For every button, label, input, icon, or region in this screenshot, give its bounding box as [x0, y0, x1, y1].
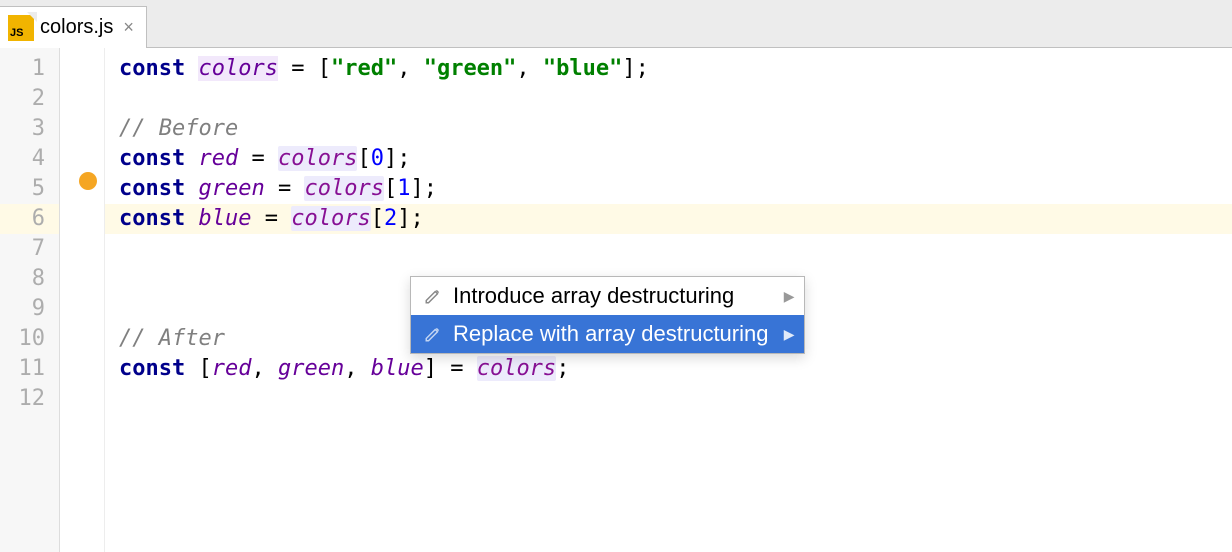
code-line[interactable]: const colors = ["red", "green", "blue"];	[105, 54, 1232, 84]
line-num: 6	[0, 204, 59, 234]
code-line[interactable]: // Before	[105, 114, 1232, 144]
intention-item[interactable]: Introduce array destructuring ▶	[411, 277, 804, 315]
code-line[interactable]	[105, 234, 1232, 264]
code-line[interactable]: const blue = colors[2];	[105, 204, 1232, 234]
intention-icon	[423, 286, 443, 306]
line-num: 2	[0, 84, 59, 114]
line-num: 9	[0, 294, 59, 324]
intention-item[interactable]: Replace with array destructuring ▶	[411, 315, 804, 353]
line-num: 4	[0, 144, 59, 174]
line-gutter: 1 2 3 4 5 6 7 8 9 10 11 12	[0, 48, 60, 552]
line-num: 11	[0, 354, 59, 384]
intention-bulb-icon[interactable]	[79, 172, 97, 190]
code-editor[interactable]: 1 2 3 4 5 6 7 8 9 10 11 12 const colors …	[0, 48, 1232, 552]
chevron-right-icon: ▶	[784, 326, 795, 343]
intention-icon	[423, 324, 443, 344]
js-file-icon: JS	[8, 15, 34, 41]
chevron-right-icon: ▶	[784, 288, 795, 305]
line-num: 7	[0, 234, 59, 264]
line-num: 5	[0, 174, 59, 204]
tab-bar: JS colors.js ×	[0, 0, 1232, 48]
code-line[interactable]	[105, 384, 1232, 414]
line-num: 8	[0, 264, 59, 294]
line-num: 10	[0, 324, 59, 354]
close-tab-icon[interactable]: ×	[123, 17, 134, 38]
line-num: 12	[0, 384, 59, 414]
intention-popup: Introduce array destructuring ▶ Replace …	[410, 276, 805, 354]
tab-filename: colors.js	[40, 16, 113, 39]
file-tab[interactable]: JS colors.js ×	[0, 6, 147, 48]
code-margin	[60, 48, 105, 552]
code-line[interactable]	[105, 84, 1232, 114]
code-line[interactable]: const [red, green, blue] = colors;	[105, 354, 1232, 384]
code-line[interactable]: const green = colors[1];	[105, 174, 1232, 204]
line-num: 1	[0, 54, 59, 84]
code-area[interactable]: const colors = ["red", "green", "blue"];…	[60, 48, 1232, 552]
code-line[interactable]: const red = colors[0];	[105, 144, 1232, 174]
line-num: 3	[0, 114, 59, 144]
intention-label: Introduce array destructuring	[453, 283, 734, 309]
intention-label: Replace with array destructuring	[453, 321, 768, 347]
